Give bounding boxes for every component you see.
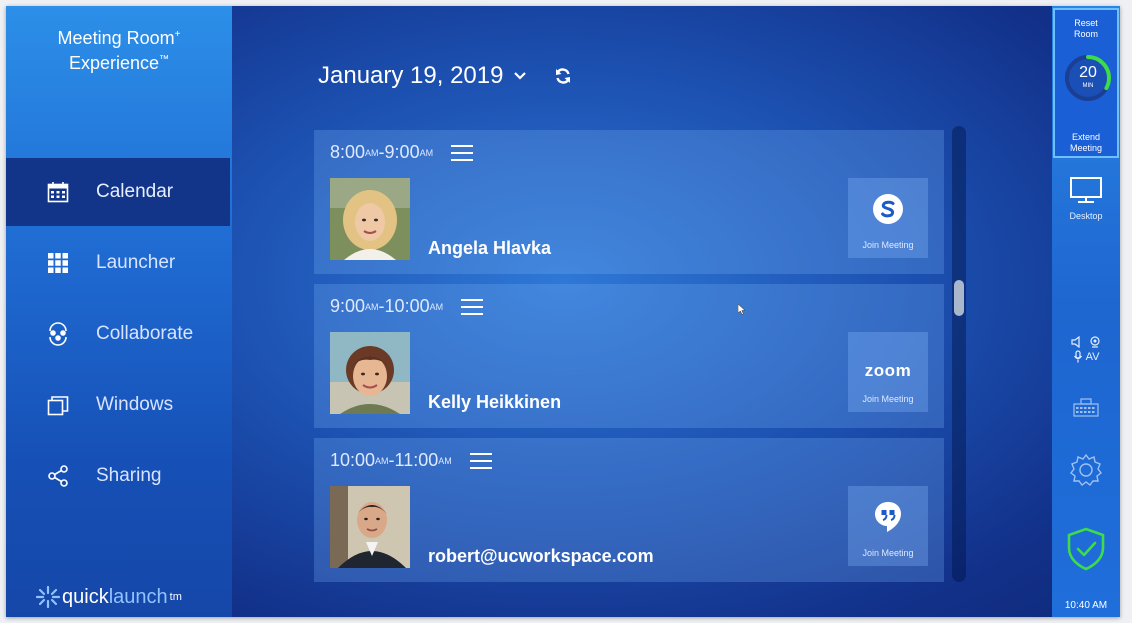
extend-meeting-button[interactable]: Extend Meeting — [1055, 132, 1117, 154]
time-start: 10:00 — [330, 450, 376, 470]
sidebar-item-windows[interactable]: Windows — [6, 371, 230, 439]
quicklaunch-logo: quick launch tm — [34, 584, 182, 610]
desktop-label: Desktop — [1069, 211, 1103, 221]
sidebar-item-calendar[interactable]: Calendar — [6, 158, 230, 226]
time-start-suffix: AM — [365, 147, 379, 158]
app-title-sup: + — [174, 29, 181, 40]
windows-icon — [46, 393, 70, 417]
security-status-button[interactable] — [1052, 526, 1120, 577]
time-end-suffix: AM — [438, 455, 452, 466]
quicklaunch-spark-icon — [35, 585, 61, 609]
attendee-name: Kelly Heikkinen — [428, 392, 562, 412]
join-meeting-label: Join Meeting — [862, 240, 914, 250]
attendee-avatar — [330, 332, 410, 414]
desktop-button[interactable]: Desktop — [1052, 176, 1120, 221]
chevron-down-icon[interactable] — [513, 71, 527, 81]
join-meeting-button[interactable]: Join Meeting — [848, 486, 928, 566]
app-title-line1: Meeting Room — [57, 28, 175, 48]
app-title-line2: Experience — [68, 53, 160, 73]
refresh-icon[interactable] — [553, 66, 573, 86]
join-meeting-label: Join Meeting — [862, 548, 914, 558]
meeting-card[interactable]: 9:00 AM -10:00 AM Kelly Heikkinen zoom J… — [314, 284, 944, 428]
timer-value: 20 — [1079, 64, 1097, 81]
date-selector[interactable]: January 19, 2019 — [318, 62, 503, 90]
mouse-cursor-icon — [737, 302, 746, 320]
sidebar-item-sharing[interactable]: Sharing — [6, 442, 230, 510]
sidebar-item-label: Collaborate — [96, 323, 194, 344]
meeting-room-screen: Meeting Room+ Experience™ Calendar Launc… — [6, 6, 1120, 617]
zoom-logo: zoom — [864, 361, 912, 380]
hamburger-menu-icon[interactable] — [461, 298, 484, 316]
join-meeting-label: Join Meeting — [862, 394, 914, 404]
av-controls-button[interactable]: AV — [1052, 336, 1120, 363]
sidebar-item-label: Windows — [96, 394, 174, 415]
room-control-button[interactable] — [1052, 396, 1120, 425]
meeting-timer-panel: Reset Room 20 MIN Extend Meeting — [1053, 8, 1119, 158]
speaker-icon — [1071, 336, 1080, 348]
trademark-sup: ™ — [159, 54, 170, 65]
grid-icon — [46, 251, 70, 275]
sidebar-item-collaborate[interactable]: Collaborate — [6, 300, 230, 368]
reset-room-button[interactable]: Reset Room — [1055, 18, 1117, 40]
skype-icon — [873, 194, 903, 224]
clock: 10:40 AM — [1064, 600, 1108, 611]
logo-text-launch: launch — [108, 585, 168, 608]
sidebar: Meeting Room+ Experience™ Calendar Launc… — [6, 6, 232, 617]
meeting-list-scrollbar[interactable] — [952, 126, 966, 582]
share-icon — [46, 464, 70, 488]
extend-label-line1: Extend — [1071, 132, 1101, 142]
sidebar-item-label: Calendar — [96, 181, 174, 202]
time-start-suffix: AM — [375, 455, 389, 466]
hangouts-icon — [875, 502, 901, 532]
monitor-icon — [1070, 177, 1102, 203]
webcam-icon — [1090, 336, 1100, 348]
time-start: 8:00 — [330, 142, 366, 162]
sidebar-nav: Calendar Launcher Collaborate Windows Sh… — [6, 158, 232, 513]
time-end-suffix: AM — [419, 147, 434, 158]
sidebar-item-label: Launcher — [96, 252, 176, 273]
attendee-name: robert@ucworkspace.com — [428, 546, 654, 566]
meeting-time: 9:00 AM -10:00 AM — [330, 296, 484, 317]
time-start-suffix: AM — [365, 301, 379, 312]
reset-label-line2: Room — [1073, 29, 1098, 39]
sidebar-item-launcher[interactable]: Launcher — [6, 229, 230, 297]
meeting-time: 8:00 AM -9:00 AM — [330, 142, 474, 163]
logo-text-quick: quick — [62, 585, 109, 608]
gear-icon — [1070, 453, 1102, 486]
date-header: January 19, 2019 — [318, 62, 573, 90]
timer-unit: MIN — [1082, 83, 1094, 89]
time-end: 10:00 — [384, 296, 430, 316]
hamburger-menu-icon[interactable] — [451, 144, 474, 162]
microphone-icon — [1073, 350, 1082, 363]
meeting-card[interactable]: 8:00 AM -9:00 AM Angela Hlavka Join Meet… — [314, 130, 944, 274]
time-start: 9:00 — [330, 296, 366, 316]
join-meeting-button[interactable]: zoom Join Meeting — [848, 332, 928, 412]
extend-label-line2: Meeting — [1069, 143, 1103, 153]
app-title: Meeting Room+ Experience™ — [6, 24, 232, 74]
time-end-suffix: AM — [429, 301, 444, 312]
scrollbar-thumb[interactable] — [954, 280, 964, 316]
sidebar-item-label: Sharing — [96, 465, 162, 486]
av-label: AV — [1085, 350, 1100, 363]
join-meeting-button[interactable]: Join Meeting — [848, 178, 928, 258]
meeting-time: 10:00 AM -11:00 AM — [330, 450, 492, 471]
meeting-timer-gauge: 20 MIN — [1063, 53, 1113, 103]
time-end: 11:00 — [394, 450, 439, 470]
shield-check-icon — [1067, 527, 1105, 571]
right-rail: Reset Room 20 MIN Extend Meeting Desktop… — [1052, 6, 1120, 617]
settings-button[interactable] — [1052, 452, 1120, 493]
time-end: 9:00 — [384, 142, 420, 162]
meeting-card[interactable]: 10:00 AM -11:00 AM robert@ucworkspace.co… — [314, 438, 944, 582]
collaborate-icon — [46, 322, 70, 346]
attendee-avatar — [330, 486, 410, 568]
reset-label-line1: Reset — [1074, 18, 1098, 28]
logo-tm: tm — [169, 591, 182, 603]
attendee-name: Angela Hlavka — [428, 238, 552, 258]
hamburger-menu-icon[interactable] — [469, 452, 492, 470]
attendee-avatar — [330, 178, 410, 260]
meeting-list: 8:00 AM -9:00 AM Angela Hlavka Join Meet… — [314, 130, 944, 592]
calendar-icon — [46, 180, 70, 204]
room-control-icon — [1073, 398, 1099, 417]
